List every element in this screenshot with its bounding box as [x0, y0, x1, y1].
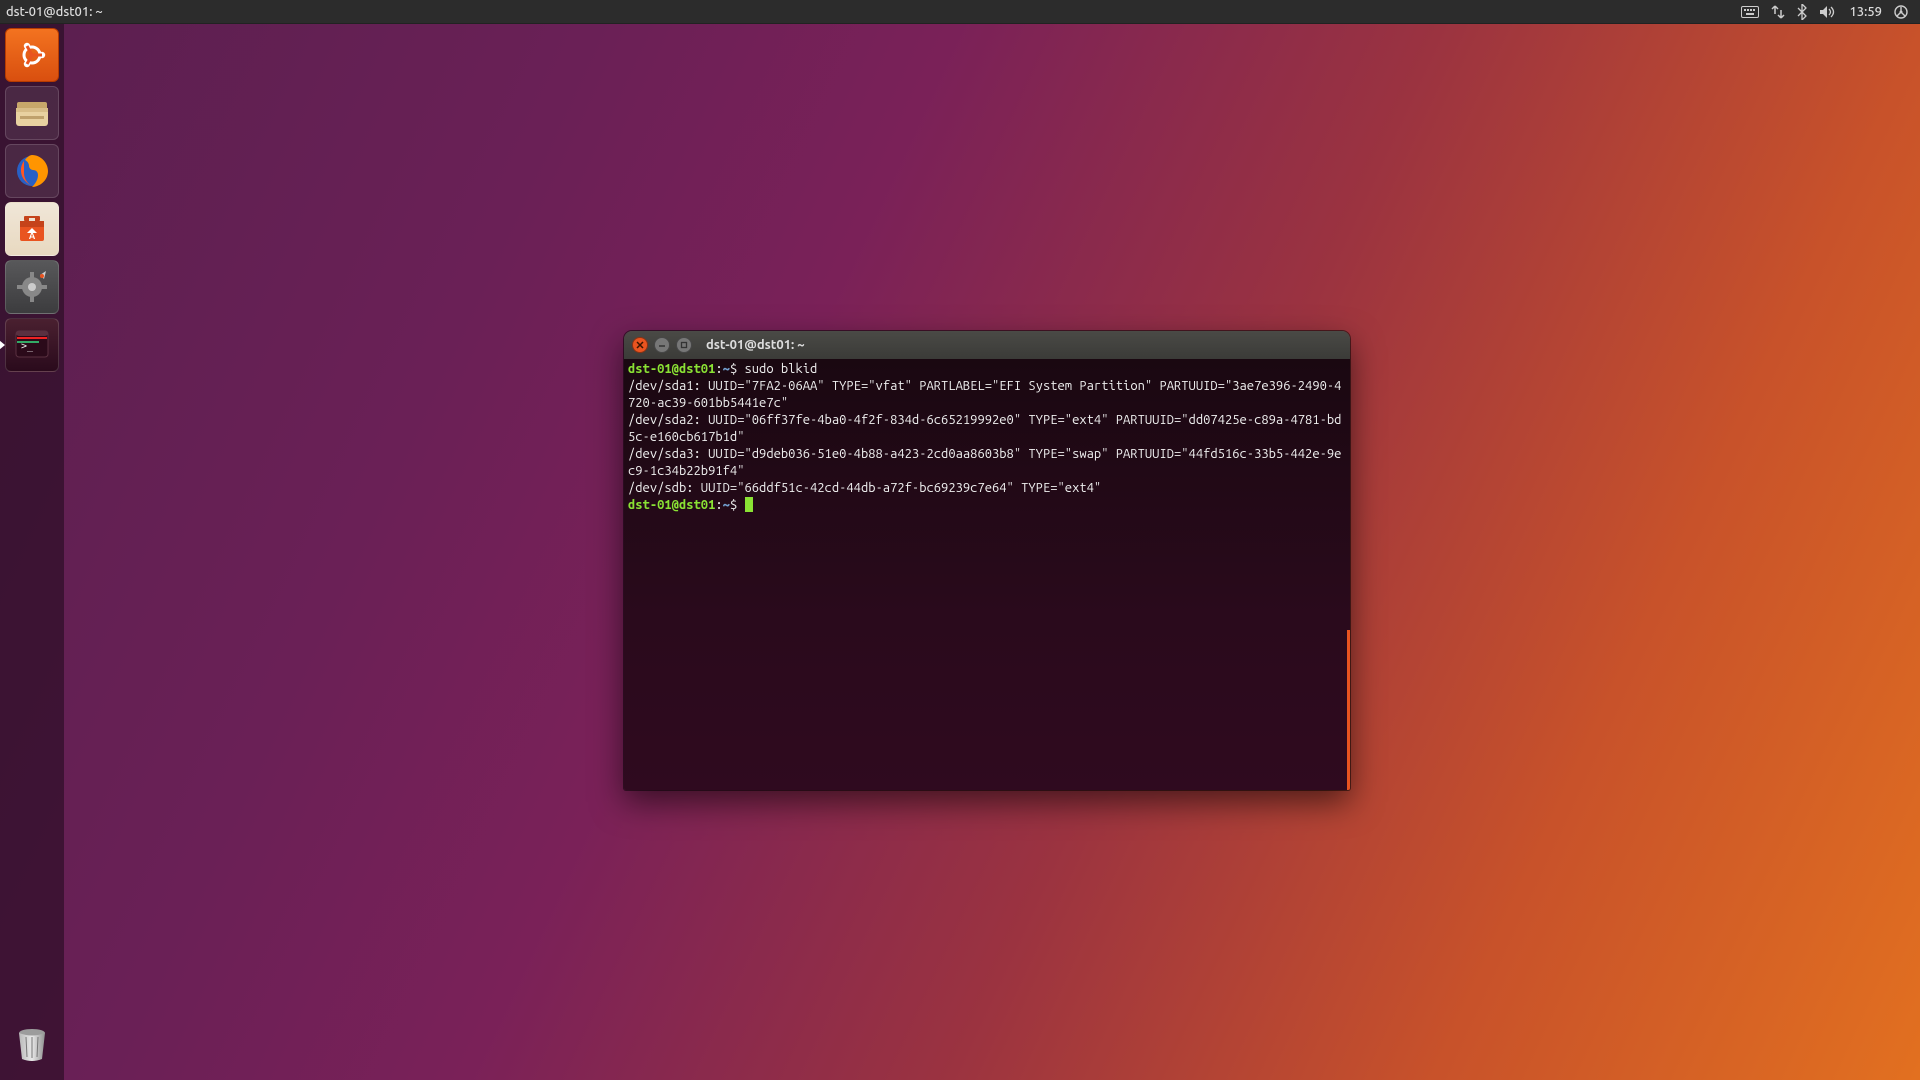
window-maximize-button[interactable] [676, 337, 692, 353]
launcher-item-files[interactable] [5, 86, 59, 140]
sound-indicator-icon[interactable] [1813, 0, 1843, 24]
window-minimize-button[interactable] [654, 337, 670, 353]
top-menubar: dst-01@dst01: ~ 13:59 [0, 0, 1920, 24]
prompt-path: ~ [723, 362, 730, 376]
terminal-output-line: /dev/sda3: UUID="d9deb036-51e0-4b88-a423… [628, 447, 1341, 478]
terminal-titlebar[interactable]: dst-01@dst01: ~ [624, 331, 1350, 359]
launcher-item-firefox[interactable] [5, 144, 59, 198]
launcher-item-software[interactable]: A [5, 202, 59, 256]
terminal-output[interactable]: dst-01@dst01:~$ sudo blkid /dev/sda1: UU… [624, 359, 1350, 790]
network-indicator-icon[interactable] [1765, 0, 1791, 24]
terminal-window[interactable]: dst-01@dst01: ~ dst-01@dst01:~$ sudo blk… [624, 331, 1350, 790]
bluetooth-indicator-icon[interactable] [1791, 0, 1813, 24]
window-close-button[interactable] [632, 337, 648, 353]
prompt-user: dst-01@dst01 [628, 362, 715, 376]
launcher-trash[interactable] [6, 1018, 58, 1070]
terminal-command: sudo blkid [745, 362, 818, 376]
keyboard-indicator-icon[interactable] [1735, 0, 1765, 24]
terminal-cursor [745, 497, 753, 512]
terminal-window-title: dst-01@dst01: ~ [706, 338, 805, 352]
unity-launcher: A >_ [0, 24, 64, 1080]
launcher-item-settings[interactable] [5, 260, 59, 314]
clock-indicator[interactable]: 13:59 [1843, 0, 1888, 24]
terminal-output-line: /dev/sda2: UUID="06ff37fe-4ba0-4f2f-834d… [628, 413, 1341, 444]
launcher-dash-button[interactable] [5, 28, 59, 82]
active-window-title: dst-01@dst01: ~ [6, 5, 103, 19]
terminal-scrollbar[interactable] [1347, 630, 1350, 790]
svg-text:A: A [29, 231, 36, 241]
terminal-output-line: /dev/sdb: UUID="66ddf51c-42cd-44db-a72f-… [628, 481, 1101, 495]
terminal-output-line: /dev/sda1: UUID="7FA2-06AA" TYPE="vfat" … [628, 379, 1341, 410]
launcher-item-terminal[interactable]: >_ [5, 318, 59, 372]
session-indicator-icon[interactable] [1888, 0, 1914, 24]
